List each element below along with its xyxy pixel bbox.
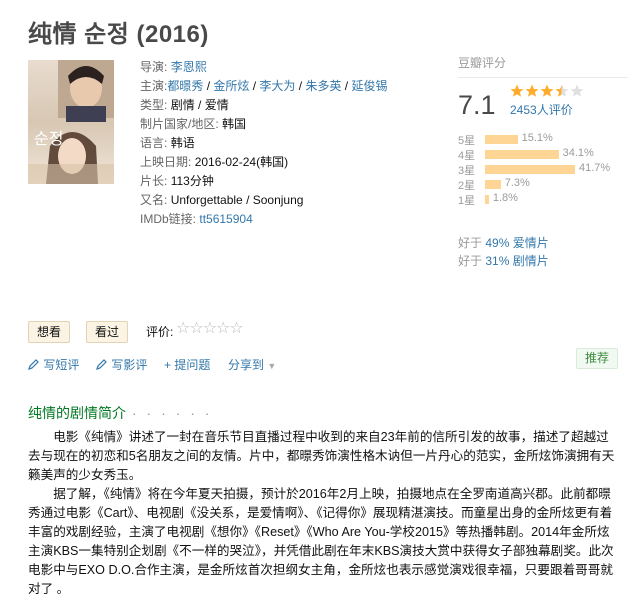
recommend-button[interactable]: 推荐 xyxy=(576,348,619,369)
info-value: 2016-02-24(韩国) xyxy=(194,155,289,169)
pencil-icon xyxy=(28,359,39,370)
cast-link[interactable]: 金所炫 xyxy=(213,79,249,93)
cast-link[interactable]: 李大为 xyxy=(259,79,295,93)
info-value: 113分钟 xyxy=(170,174,214,188)
rating-votes-link[interactable]: 2453人评价 xyxy=(510,101,573,118)
info-label: 片长: xyxy=(140,174,168,188)
poster-overlay-text: 순정 xyxy=(34,129,63,148)
rate-label: 评价: xyxy=(146,325,174,339)
better-than-pct[interactable]: 31% xyxy=(485,254,509,268)
rating-row-pct: 34.1% xyxy=(562,147,594,159)
info-label: 制片国家/地区: xyxy=(140,117,219,131)
better-than-genre-link[interactable]: 剧情片 xyxy=(513,254,549,268)
rating-bar xyxy=(485,180,501,189)
plus-icon: + xyxy=(164,358,172,372)
rating-row: 2星 7.3% xyxy=(458,177,628,192)
rating-row-pct: 1.8% xyxy=(492,192,518,204)
info-label: IMDb链接: xyxy=(140,212,197,226)
movie-poster[interactable]: 순정 xyxy=(28,60,114,184)
rating-row: 3星 41.7% xyxy=(458,162,628,177)
summary-paragraph: 据了解，《纯情》将在今年夏天拍摄，预计於2016年2月上映，拍摄地点在全罗南道高… xyxy=(28,487,614,596)
better-than-pct[interactable]: 49% xyxy=(485,236,509,250)
rating-row: 5星 15.1% xyxy=(458,132,628,147)
info-label: 又名: xyxy=(140,193,168,207)
info-value: 剧情 / 爱情 xyxy=(170,98,229,112)
rating-header: 豆瓣评分 xyxy=(458,54,628,78)
rating-row-pct: 7.3% xyxy=(504,177,530,189)
summary-paragraph: 电影《纯情》讲述了一封在音乐节目直播过程中收到的来自23年前的信所引发的故事，描… xyxy=(28,430,615,482)
write-short-review-link[interactable]: 写短评 xyxy=(28,356,79,373)
info-value: 韩国 xyxy=(222,117,247,131)
summary-heading: 纯情的剧情简介 · · · · · · xyxy=(28,403,212,423)
info-label: 导演: xyxy=(140,60,168,74)
rating-bar xyxy=(485,135,518,144)
cast-link[interactable]: 都暻秀 xyxy=(167,79,203,93)
info-label: 上映日期: xyxy=(140,155,192,169)
movie-info: 导演: 李恩熙 主演:都暻秀 / 金所炫 / 李大为 / 朱多英 / 延俊锡 类… xyxy=(140,58,387,229)
rating-row-label: 1星 xyxy=(458,195,476,207)
info-label: 主演: xyxy=(140,79,168,93)
rating-row: 1星 1.8% xyxy=(458,192,628,207)
info-value: 韩语 xyxy=(170,136,195,150)
summary-title-dots: · · · · · · xyxy=(132,405,213,421)
rate-stars-input[interactable]: ☆☆☆☆☆ xyxy=(176,318,244,338)
director-link[interactable]: 李恩熙 xyxy=(171,60,207,74)
page-title: 纯情 순정 (2016) xyxy=(28,21,209,48)
rating-distribution: 5星 15.1% 4星 34.1% 3星 41.7% 2星 7.3% 1星 1.8% xyxy=(458,132,628,207)
rating-row-label: 2星 xyxy=(458,180,476,192)
ask-question-link[interactable]: + 提问题 xyxy=(164,356,210,373)
info-label: 语言: xyxy=(140,136,168,150)
write-review-link[interactable]: 写影评 xyxy=(96,356,147,373)
pencil-icon xyxy=(96,359,107,370)
better-than-row: 好于 49% 爱情片 xyxy=(458,234,549,252)
rating-row-label: 5星 xyxy=(458,135,476,147)
share-to-label[interactable]: 分享到 xyxy=(228,358,264,372)
ask-question-label[interactable]: 提问题 xyxy=(174,358,210,372)
share-to-dropdown[interactable]: 分享到 ▼ xyxy=(228,356,276,373)
rating-panel: 豆瓣评分 7.1 2453人评价 5星 15.1% 4星 34.1% 3星 41.7% 2星… xyxy=(458,54,628,268)
write-review-label[interactable]: 写影评 xyxy=(111,358,147,372)
info-aka: 又名: Unforgettable / Soonjung xyxy=(140,191,387,210)
rating-score: 7.1 xyxy=(458,90,496,120)
info-imdb: IMDb链接: tt5615904 xyxy=(140,210,387,229)
info-genre: 类型: 剧情 / 爱情 xyxy=(140,96,387,115)
imdb-link[interactable]: tt5615904 xyxy=(199,212,252,226)
summary-title: 纯情的剧情简介 xyxy=(28,405,126,421)
rating-bar xyxy=(485,150,559,159)
info-cast: 主演:都暻秀 / 金所炫 / 李大为 / 朱多英 / 延俊锡 xyxy=(140,79,388,93)
info-language: 语言: 韩语 xyxy=(140,134,387,153)
rating-row-label: 3星 xyxy=(458,165,476,177)
info-country: 制片国家/地区: 韩国 xyxy=(140,115,387,134)
cast-link[interactable]: 朱多英 xyxy=(305,79,341,93)
rating-row-pct: 15.1% xyxy=(521,132,553,144)
better-than: 好于 49% 爱情片 好于 31% 剧情片 xyxy=(458,234,549,270)
rating-stars-icon xyxy=(510,84,584,97)
poster-image: 순정 xyxy=(28,60,114,184)
info-director: 导演: 李恩熙 xyxy=(140,58,387,77)
info-release-date: 上映日期: 2016-02-24(韩国) xyxy=(140,153,387,172)
rating-row-pct: 41.7% xyxy=(579,162,611,174)
cast-link[interactable]: 延俊锡 xyxy=(351,79,387,93)
seen-button[interactable]: 看过 xyxy=(86,321,129,343)
rating-row: 4星 34.1% xyxy=(458,147,628,162)
better-than-genre-link[interactable]: 爱情片 xyxy=(513,236,549,250)
summary-body: 电影《纯情》讲述了一封在音乐节目直播过程中收到的来自23年前的信所引发的故事，描… xyxy=(28,428,620,599)
want-to-see-button[interactable]: 想看 xyxy=(28,321,71,343)
rating-bar xyxy=(485,195,489,204)
better-than-row: 好于 31% 剧情片 xyxy=(458,252,549,270)
info-value: Unforgettable / Soonjung xyxy=(170,193,304,207)
caret-down-icon: ▼ xyxy=(267,361,277,371)
better-than-prefix: 好于 xyxy=(458,236,486,250)
better-than-prefix: 好于 xyxy=(458,254,486,268)
info-label: 类型: xyxy=(140,98,168,112)
write-short-review-label[interactable]: 写短评 xyxy=(43,358,79,372)
info-runtime: 片长: 113分钟 xyxy=(140,172,387,191)
rating-row-label: 4星 xyxy=(458,150,476,162)
rating-bar xyxy=(485,165,575,174)
